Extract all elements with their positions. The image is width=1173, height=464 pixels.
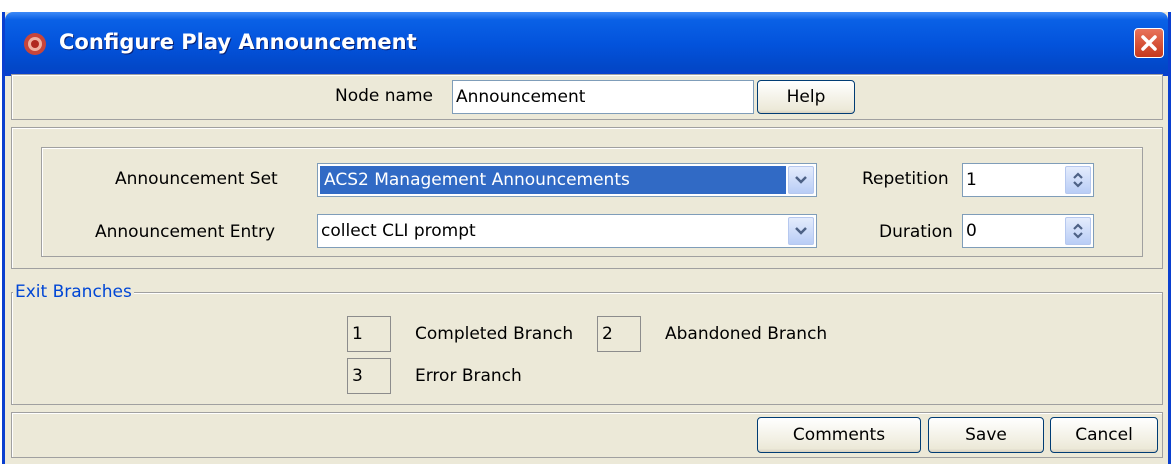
announcement-entry-label: Announcement Entry (95, 222, 276, 242)
error-branch-label: Error Branch (415, 366, 522, 386)
announcement-set-value: ACS2 Management Announcements (320, 166, 786, 194)
exit-branches-group (11, 292, 1163, 405)
chevron-down-icon (795, 227, 807, 235)
duration-label: Duration (879, 222, 953, 242)
abandoned-branch-number: 2 (597, 316, 641, 352)
exit-branches-title: Exit Branches (13, 282, 134, 302)
help-button[interactable]: Help (757, 80, 855, 114)
window-title: Configure Play Announcement (59, 30, 417, 54)
close-button[interactable] (1134, 28, 1164, 58)
node-name-label: Node name (335, 86, 433, 106)
repetition-spinner[interactable]: 1 (962, 163, 1094, 197)
announcement-entry-dropdown-button[interactable] (788, 217, 814, 245)
node-name-input[interactable]: Announcement (452, 80, 754, 114)
comments-button[interactable]: Comments (757, 417, 921, 453)
duration-spinner[interactable]: 0 (962, 214, 1094, 248)
announcement-entry-value: collect CLI prompt (321, 221, 476, 241)
cancel-button[interactable]: Cancel (1050, 417, 1158, 453)
announcement-entry-select[interactable]: collect CLI prompt (317, 214, 817, 248)
close-icon (1141, 35, 1157, 51)
app-icon (24, 33, 46, 55)
repetition-spin-buttons[interactable] (1065, 166, 1091, 194)
spin-up-down-icon (1073, 172, 1083, 188)
spin-up-down-icon (1073, 223, 1083, 239)
repetition-value: 1 (966, 170, 977, 190)
chevron-down-icon (795, 176, 807, 184)
error-branch-number: 3 (347, 358, 391, 394)
title-bar[interactable]: Configure Play Announcement (5, 12, 1168, 76)
save-button[interactable]: Save (928, 417, 1044, 453)
repetition-label: Repetition (862, 169, 949, 189)
announcement-set-dropdown-button[interactable] (788, 166, 814, 194)
duration-spin-buttons[interactable] (1065, 217, 1091, 245)
completed-branch-number: 1 (347, 316, 391, 352)
configure-dialog: Configure Play Announcement Node name An… (2, 12, 1171, 464)
announcement-set-select[interactable]: ACS2 Management Announcements (317, 163, 817, 197)
announcement-set-label: Announcement Set (115, 169, 278, 189)
abandoned-branch-label: Abandoned Branch (665, 324, 828, 344)
completed-branch-label: Completed Branch (415, 324, 574, 344)
duration-value: 0 (966, 221, 977, 241)
